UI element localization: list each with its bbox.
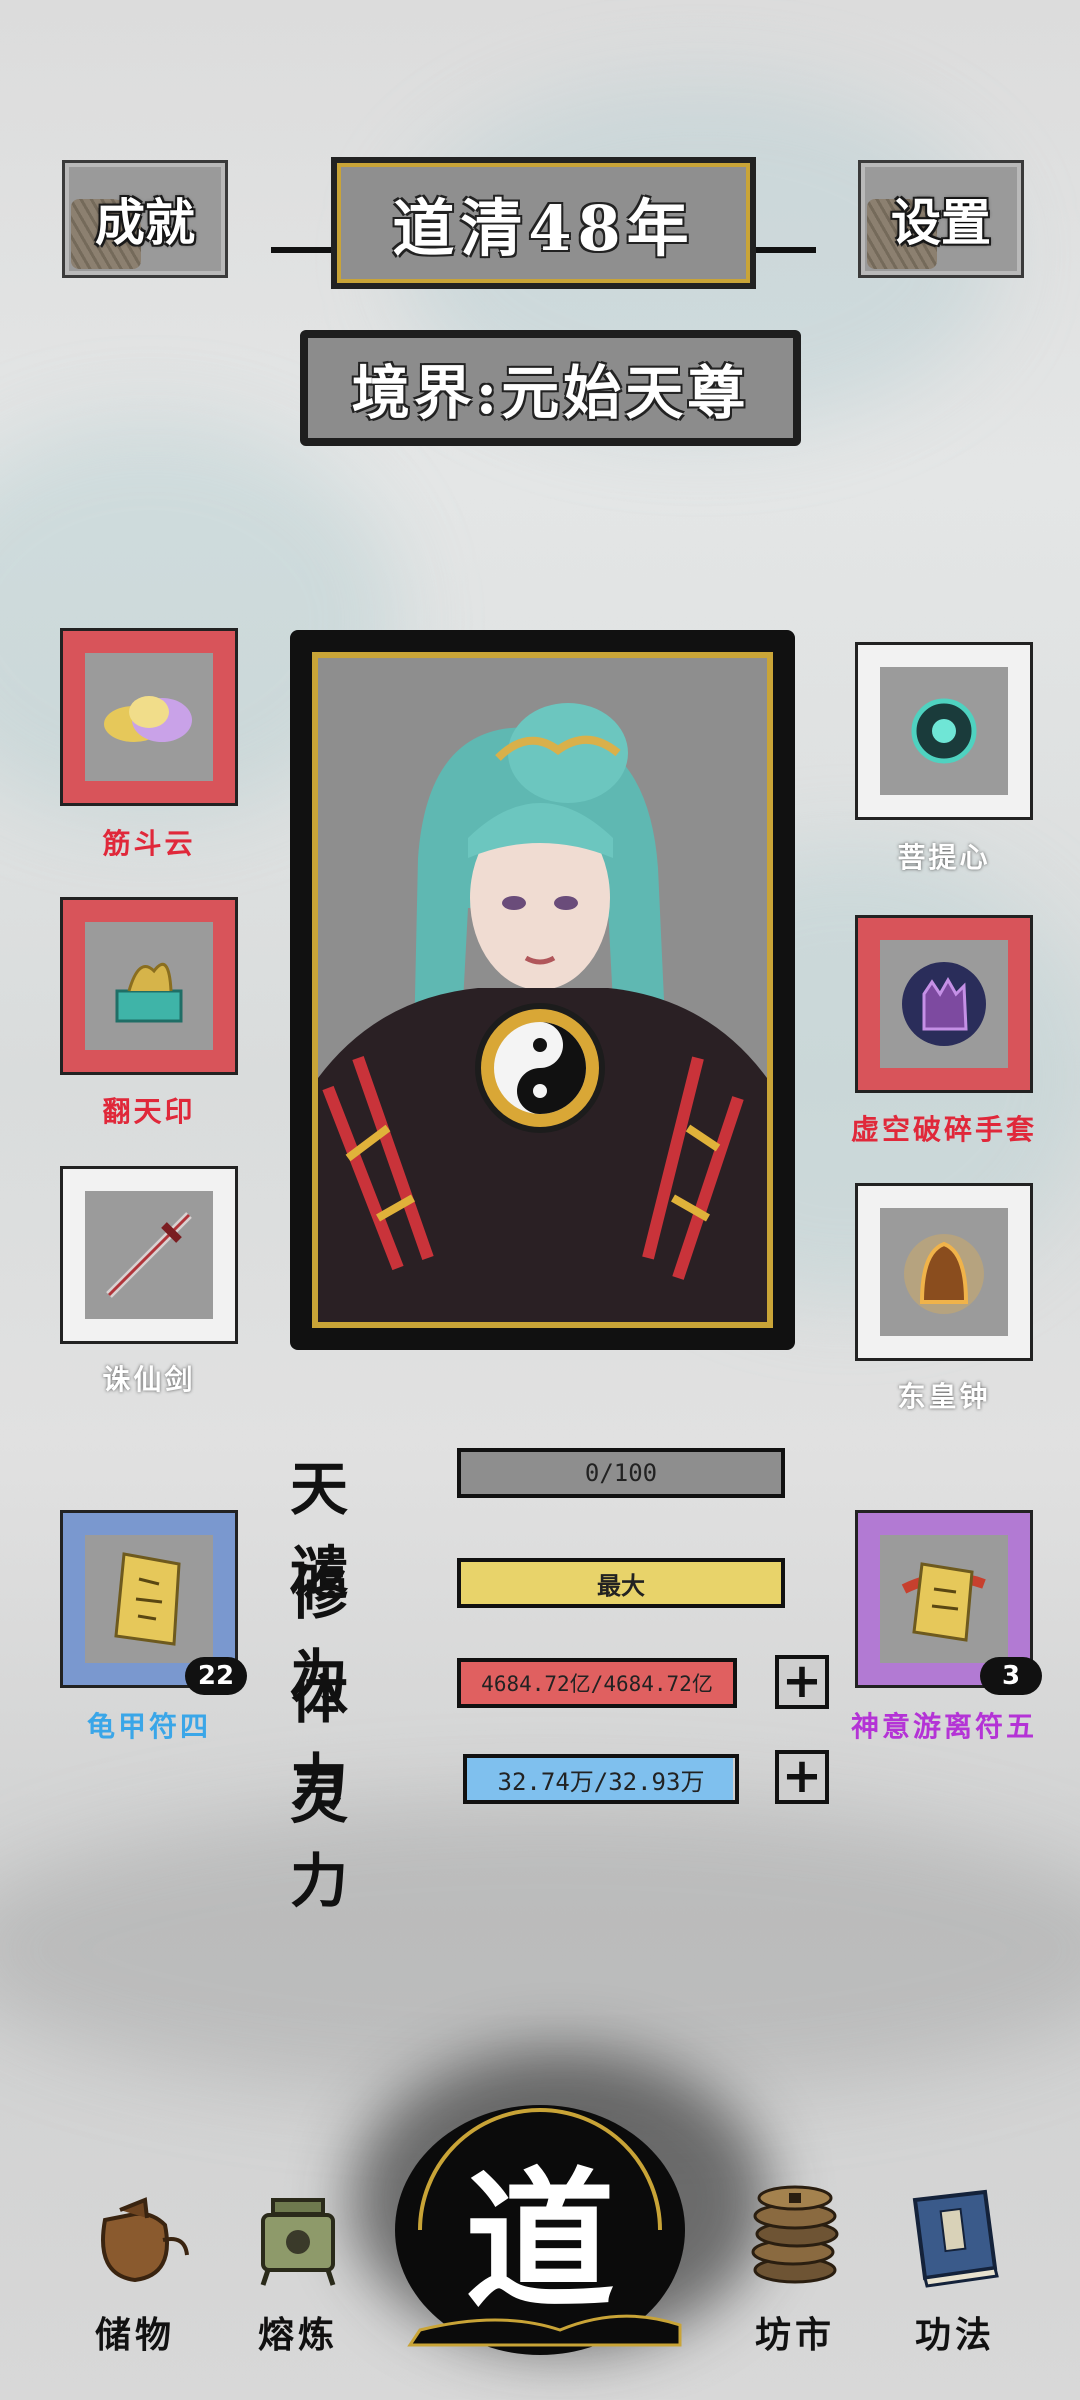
character-figure [318, 703, 767, 1322]
year-label: 道清48年 [392, 192, 695, 265]
add-spirit-button[interactable]: + [775, 1750, 829, 1804]
count-badge: 3 [980, 1657, 1042, 1695]
count-badge: 22 [185, 1657, 247, 1695]
stamina-bar: 4684.72亿/4684.72亿 [457, 1658, 737, 1708]
pouch-icon [101, 2197, 189, 2283]
dao-center-button[interactable]: 道 [380, 2080, 700, 2370]
coins-icon [751, 2185, 839, 2284]
talisman-slot-left[interactable]: 22 [60, 1510, 247, 1695]
equipment-slot-bodhi[interactable] [855, 642, 1033, 820]
settings-label: 设置 [891, 193, 991, 252]
furnace-icon [260, 2198, 336, 2286]
equipment-slot-gauntlet[interactable] [855, 915, 1033, 1093]
nav-skills-label: 功法 [914, 2314, 995, 2356]
nav-market[interactable]: 坊市 [730, 2180, 860, 2358]
seal-icon [115, 962, 183, 1023]
item-label: 翻天印 [102, 1095, 196, 1128]
nav-smelt[interactable]: 熔炼 [233, 2180, 363, 2358]
spirit-bar: 32.74万/32.93万 [463, 1754, 739, 1804]
talisman-slot-right[interactable]: 3 [855, 1510, 1042, 1695]
cultivation-bar: 最大 [457, 1558, 785, 1608]
item-label: 筋斗云 [102, 827, 196, 860]
orb-icon [911, 698, 977, 764]
item-label: 神意游离符五 [850, 1710, 1037, 1743]
sword-icon [106, 1212, 192, 1298]
nav-market-label: 坊市 [754, 2314, 835, 2356]
tribulation-value: 0/100 [584, 1459, 658, 1487]
equipment-slot-sword[interactable] [60, 1166, 238, 1344]
realm-banner: 境界:元始天尊 [300, 330, 801, 446]
achievements-label: 成就 [95, 193, 195, 252]
character-portrait[interactable] [312, 652, 773, 1328]
item-label: 诛仙剑 [102, 1363, 196, 1396]
spirit-label: 灵力 [290, 1763, 361, 1915]
realm-label: 境界:元始天尊 [351, 359, 750, 427]
year-banner: 道清48年 [271, 157, 816, 289]
talisman-icon [901, 1562, 986, 1642]
item-label: 菩提心 [897, 841, 991, 874]
settings-button[interactable]: 设置 [858, 160, 1024, 278]
bell-icon [904, 1234, 984, 1314]
spirit-value: 32.74万/32.93万 [497, 1767, 705, 1796]
tribulation-bar: 0/100 [457, 1448, 785, 1498]
equipment-slot-bell[interactable] [855, 1183, 1033, 1361]
item-label: 虚空破碎手套 [850, 1113, 1037, 1146]
character-portrait-frame [290, 630, 795, 1350]
gauntlet-icon [902, 962, 986, 1046]
dao-center-label: 道 [464, 2153, 615, 2329]
nav-storage[interactable]: 储物 [70, 2180, 200, 2358]
nav-storage-label: 储物 [94, 2314, 175, 2356]
nav-smelt-label: 熔炼 [257, 2314, 338, 2356]
cultivation-value: 最大 [597, 1570, 645, 1600]
item-label: 龟甲符四 [86, 1710, 211, 1743]
item-label: 东皇钟 [897, 1380, 991, 1413]
equipment-slot-cloud[interactable] [60, 628, 238, 806]
cloud-icon [104, 696, 192, 742]
achievements-button[interactable]: 成就 [62, 160, 228, 278]
equipment-slot-seal[interactable] [60, 897, 238, 1075]
add-stamina-button[interactable]: + [775, 1655, 829, 1709]
book-icon [912, 2189, 999, 2288]
stamina-value: 4684.72亿/4684.72亿 [481, 1672, 713, 1696]
nav-skills[interactable]: 功法 [890, 2180, 1020, 2358]
talisman-icon [114, 1552, 181, 1646]
